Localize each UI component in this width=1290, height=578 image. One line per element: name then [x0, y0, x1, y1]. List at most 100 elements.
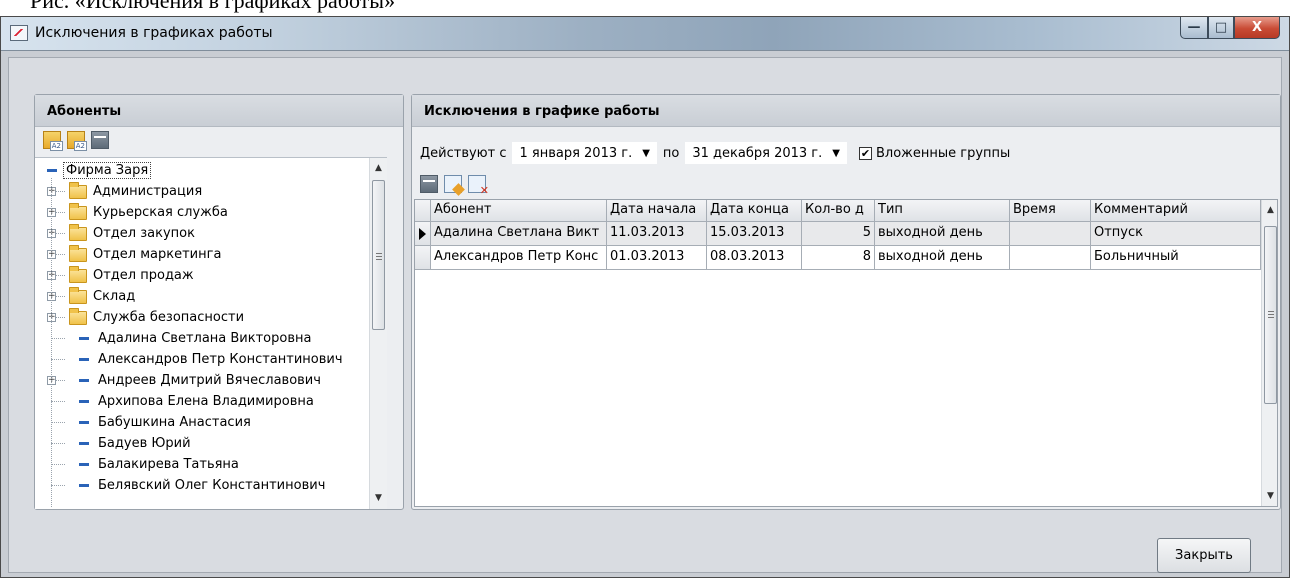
- tree-root[interactable]: Фирма Заря: [47, 160, 152, 181]
- tree-scrollbar[interactable]: ▲ ▼: [369, 158, 387, 509]
- scroll-up-icon[interactable]: ▲: [370, 160, 387, 177]
- title-bar[interactable]: Исключения в графиках работы — □ X: [1, 17, 1289, 51]
- row-selector[interactable]: [415, 222, 431, 245]
- tree-item-label: Курьерская служба: [93, 205, 228, 220]
- cell-type[interactable]: выходной день: [875, 246, 1010, 269]
- tree-folder-item[interactable]: + Отдел закупок: [47, 223, 195, 244]
- date-to-value: 31 декабря 2013 г.: [692, 145, 823, 161]
- date-from-picker[interactable]: 1 января 2013 г. ▼: [512, 142, 657, 164]
- tree-folder-item[interactable]: + Склад: [47, 286, 135, 307]
- tree-folder-item[interactable]: + Администрация: [47, 181, 202, 202]
- tree-folder-item[interactable]: + Курьерская служба: [47, 202, 228, 223]
- exceptions-grid: Абонент Дата начала Дата конца Кол-во д …: [414, 199, 1278, 507]
- folder-icon: [69, 265, 87, 283]
- folder-icon: [69, 307, 87, 325]
- scroll-down-icon[interactable]: ▼: [370, 490, 387, 507]
- date-filter: Действуют с 1 января 2013 г. ▼ по 31 дек…: [420, 141, 1010, 165]
- tree-person-item[interactable]: Архипова Елена Владимировна: [69, 391, 314, 412]
- cell-start[interactable]: 01.03.2013: [607, 246, 707, 269]
- edit-icon[interactable]: [444, 175, 462, 193]
- exceptions-panel: Исключения в графике работы Действуют с …: [411, 94, 1281, 510]
- cell-days[interactable]: 8: [802, 246, 875, 269]
- subscribers-toolbar: [35, 127, 403, 155]
- cell-type[interactable]: выходной день: [875, 222, 1010, 245]
- col-type[interactable]: Тип: [875, 200, 1010, 221]
- row-selector[interactable]: [415, 246, 431, 269]
- tree-person-item[interactable]: Бабушкина Анастасия: [69, 412, 251, 433]
- tree-item-label: Белявский Олег Константинович: [98, 478, 326, 493]
- cell-start[interactable]: 11.03.2013: [607, 222, 707, 245]
- tree-folder-item[interactable]: + Служба безопасности: [47, 307, 245, 328]
- cell-comment[interactable]: Отпуск: [1091, 222, 1261, 245]
- tree-item-label: Служба безопасности: [93, 310, 245, 325]
- cell-time[interactable]: [1010, 246, 1091, 269]
- date-to-picker[interactable]: 31 декабря 2013 г. ▼: [685, 142, 847, 164]
- tree-item-label: Бадуев Юрий: [98, 436, 191, 451]
- subscriber-tree[interactable]: Фирма Заря + Администрация + Курьерская слу…: [35, 157, 387, 509]
- grid-scrollbar[interactable]: ▲ ▼: [1261, 200, 1277, 506]
- tree-person-item[interactable]: + Андреев Дмитрий Вячеславович: [47, 370, 321, 391]
- cell-subscriber[interactable]: Александров Петр Конс: [431, 246, 607, 269]
- app-icon: [10, 25, 28, 41]
- cell-time[interactable]: [1010, 222, 1091, 245]
- exceptions-toolbar: [412, 171, 489, 199]
- select-icon[interactable]: [91, 131, 109, 149]
- tree-person-item[interactable]: Белявский Олег Константинович: [69, 475, 325, 496]
- col-subscriber[interactable]: Абонент: [431, 200, 607, 221]
- person-icon: [79, 484, 89, 487]
- exceptions-panel-title: Исключения в графике работы: [412, 95, 1280, 127]
- tree-folder-item[interactable]: + Отдел продаж: [47, 265, 194, 286]
- person-icon: [79, 337, 89, 340]
- maximize-button[interactable]: □: [1208, 17, 1234, 39]
- col-end-date[interactable]: Дата конца: [707, 200, 802, 221]
- add-icon[interactable]: [420, 175, 438, 193]
- window-title: Исключения в графиках работы: [35, 25, 273, 41]
- tree-folder-item[interactable]: + Отдел маркетинга: [47, 244, 221, 265]
- grid-scroll-thumb[interactable]: [1264, 226, 1277, 404]
- folder-icon: [69, 223, 87, 241]
- tree-person-item[interactable]: Александров Петр Константинович: [69, 349, 343, 370]
- tree-scroll-thumb[interactable]: [372, 180, 385, 330]
- to-label: по: [662, 145, 680, 161]
- scroll-down-icon[interactable]: ▼: [1262, 488, 1277, 505]
- tree-item-label: Бабушкина Анастасия: [98, 415, 251, 430]
- tree-root-label: Фирма Заря: [63, 162, 152, 179]
- col-start-date[interactable]: Дата начала: [607, 200, 707, 221]
- chevron-down-icon[interactable]: ▼: [642, 148, 650, 159]
- document-caption: Рис. «Исключения в графиках работы»: [30, 0, 396, 13]
- close-button[interactable]: Закрыть: [1157, 538, 1251, 573]
- folder-icon: [69, 244, 87, 262]
- delete-icon[interactable]: [468, 175, 489, 197]
- tree-person-item[interactable]: Адалина Светлана Викторовна: [69, 328, 311, 349]
- cell-subscriber[interactable]: Адалина Светлана Викт: [431, 222, 607, 245]
- col-days[interactable]: Кол-во д: [802, 200, 875, 221]
- folder-icon: [69, 286, 87, 304]
- col-time[interactable]: Время: [1010, 200, 1091, 221]
- person-icon: [79, 400, 89, 403]
- scroll-up-icon[interactable]: ▲: [1262, 202, 1277, 219]
- col-comment[interactable]: Комментарий: [1091, 200, 1261, 221]
- tree-person-item[interactable]: Балакирева Татьяна: [69, 454, 239, 475]
- expand-tree-icon[interactable]: [43, 131, 63, 151]
- chevron-down-icon[interactable]: ▼: [832, 148, 840, 159]
- nested-groups-checkbox[interactable]: ✔: [858, 146, 872, 160]
- table-row[interactable]: Адалина Светлана Викт 11.03.2013 15.03.201…: [415, 222, 1261, 246]
- person-icon: [79, 379, 89, 382]
- date-from-value: 1 января 2013 г.: [519, 145, 633, 161]
- close-window-button[interactable]: X: [1234, 17, 1280, 39]
- cell-end[interactable]: 15.03.2013: [707, 222, 802, 245]
- tree-item-label: Балакирева Татьяна: [98, 457, 239, 472]
- root-node-icon: [47, 169, 57, 172]
- person-icon: [79, 463, 89, 466]
- tree-item-label: Отдел закупок: [93, 226, 195, 241]
- client-area: Абоненты Фирма Заря +Администрация+Курье…: [8, 57, 1282, 573]
- grid-header: Абонент Дата начала Дата конца Кол-во д …: [415, 200, 1261, 222]
- cell-days[interactable]: 5: [802, 222, 875, 245]
- table-row[interactable]: Александров Петр Конс 01.03.2013 08.03.201…: [415, 246, 1261, 270]
- collapse-tree-icon[interactable]: [67, 131, 87, 151]
- minimize-button[interactable]: —: [1180, 17, 1208, 39]
- tree-person-item[interactable]: Бадуев Юрий: [69, 433, 191, 454]
- subscribers-panel-title: Абоненты: [35, 95, 403, 127]
- cell-comment[interactable]: Больничный: [1091, 246, 1261, 269]
- cell-end[interactable]: 08.03.2013: [707, 246, 802, 269]
